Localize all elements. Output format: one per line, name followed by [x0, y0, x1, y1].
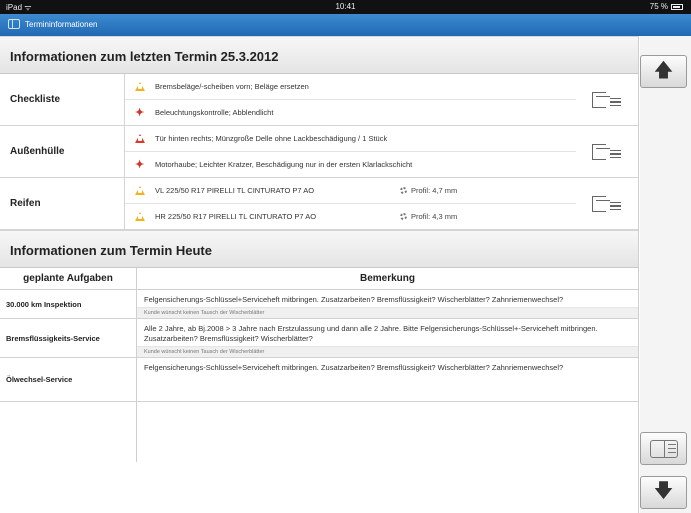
status-bar: iPad ᯤ 10:41 75 % — [0, 0, 691, 14]
item-text: VL 225/50 R17 PIRELLI TL CINTURATO P7 AO — [155, 186, 315, 195]
group-reifen: Reifen VL 225/50 R17 PIRELLI TL CINTURAT… — [0, 178, 638, 230]
last-appointment-header: Informationen zum letzten Termin 25.3.20… — [0, 36, 638, 74]
nav-bar: Termininformationen — [0, 14, 691, 36]
arrow-up-icon: 🡅 — [653, 59, 674, 81]
item-text: Bremsbeläge/-scheiben vorn; Beläge erset… — [155, 82, 309, 91]
table-row[interactable]: 30.000 km Inspektion Felgensicherungs-Sc… — [0, 290, 638, 320]
task-remark: Alle 2 Jahre, ab Bj.2008 > 3 Jahre nach … — [144, 324, 598, 344]
column-header-remark: Bemerkung — [359, 273, 415, 284]
clock: 10:41 — [335, 2, 356, 11]
side-toolbar: 🡅 🡇 — [640, 36, 691, 513]
scroll-up-button[interactable]: 🡅 — [640, 55, 687, 88]
group-checkliste: Checkliste Bremsbeläge/-scheiben vorn; B… — [0, 74, 638, 126]
book-icon[interactable] — [8, 19, 20, 29]
tire-profile: Profil: 4,3 mm — [411, 212, 458, 221]
customer-note: Kunde wünscht keinen Tausch der Wischerb… — [137, 346, 638, 358]
battery-indicator: 75 % — [650, 2, 683, 11]
gear-icon — [400, 187, 407, 194]
main-content: Informationen zum letzten Termin 25.3.20… — [0, 36, 639, 513]
battery-level: 75 % — [649, 2, 668, 11]
warning-icon — [135, 82, 145, 91]
task-remark: Felgensicherungs-Schlüssel+Serviceheft m… — [144, 295, 564, 304]
group-label: Reifen — [0, 178, 125, 229]
tasks-table-header: geplante Aufgaben Bemerkung — [0, 268, 638, 290]
nav-title[interactable]: Termininformationen — [25, 20, 97, 29]
warning-icon — [135, 186, 145, 195]
table-filler — [0, 402, 638, 463]
task-name: Bremsflüssigkeits-Service — [0, 319, 137, 358]
gear-icon — [400, 213, 407, 220]
list-item: Tür hinten rechts; Münzgroße Delle ohne … — [125, 126, 576, 151]
item-text: HR 225/50 R17 PIRELLI TL CINTURATO P7 AO — [155, 212, 317, 221]
arrow-down-icon: 🡇 — [653, 480, 674, 502]
task-name: 30.000 km Inspektion — [0, 290, 137, 319]
table-row[interactable]: Ölwechsel-Service Felgensicherungs-Schlü… — [0, 358, 638, 403]
task-name: Ölwechsel-Service — [0, 358, 137, 402]
wrench-icon: ✦ — [135, 158, 145, 171]
list-item: Bremsbeläge/-scheiben vorn; Beläge erset… — [125, 74, 576, 99]
today-appointment-header: Informationen zum Termin Heute — [0, 230, 638, 268]
panel-icon — [649, 439, 678, 458]
item-text: Motorhaube; Leichter Kratzer, Beschädigu… — [155, 160, 413, 169]
group-label: Außenhülle — [0, 126, 125, 177]
item-text: Tür hinten rechts; Münzgroße Delle ohne … — [155, 134, 388, 143]
list-item: VL 225/50 R17 PIRELLI TL CINTURATO P7 AO… — [125, 178, 576, 203]
list-item: ✦ Motorhaube; Leichter Kratzer, Beschädig… — [125, 151, 576, 177]
reifen-detail-button[interactable] — [590, 194, 624, 214]
scroll-down-button[interactable]: 🡇 — [640, 476, 687, 509]
column-header-tasks: geplante Aufgaben — [0, 268, 137, 289]
checkliste-detail-button[interactable] — [590, 90, 624, 110]
group-aussenhuelle: Außenhülle Tür hinten rechts; Münzgroße … — [0, 126, 638, 178]
wrench-icon: ✦ — [135, 106, 145, 119]
table-row[interactable]: Bremsflüssigkeits-Service Alle 2 Jahre, … — [0, 319, 638, 359]
aussenhuelle-detail-button[interactable] — [590, 142, 624, 162]
group-label: Checkliste — [0, 74, 125, 125]
list-item: HR 225/50 R17 PIRELLI TL CINTURATO P7 AO… — [125, 203, 576, 229]
warning-icon — [135, 134, 145, 143]
customer-note: Kunde wünscht keinen Tausch der Wischerb… — [137, 307, 638, 319]
panel-toggle-button[interactable] — [640, 432, 687, 465]
task-remark: Felgensicherungs-Schlüssel+Serviceheft m… — [144, 363, 564, 373]
battery-icon — [671, 4, 683, 10]
tire-profile: Profil: 4,7 mm — [411, 186, 458, 195]
list-item: ✦ Beleuchtungskontrolle; Abblendlicht — [125, 99, 576, 125]
warning-icon — [135, 212, 145, 221]
item-text: Beleuchtungskontrolle; Abblendlicht — [155, 108, 274, 117]
